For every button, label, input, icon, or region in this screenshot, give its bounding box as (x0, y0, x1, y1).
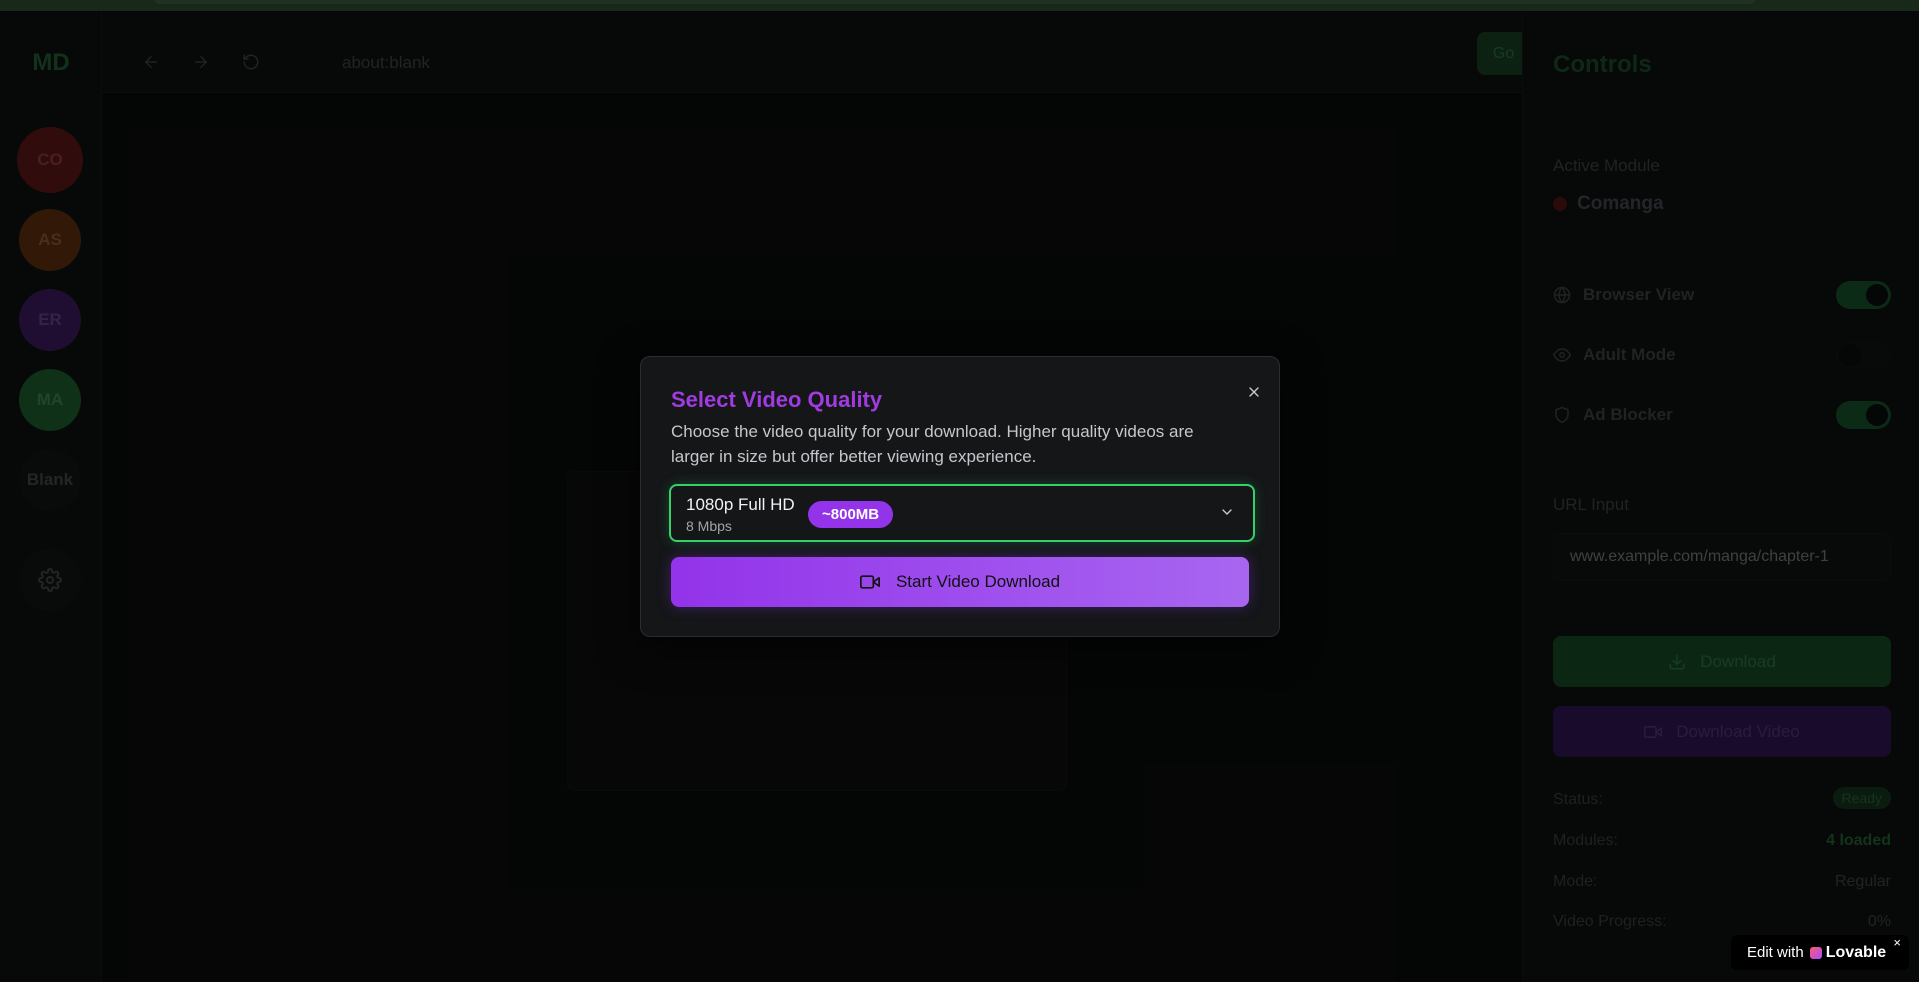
app-root: MD CO AS ER MA Blank about:blank Go Cont… (0, 0, 1919, 982)
lovable-heart-icon (1809, 946, 1822, 959)
dialog-description: Choose the video quality for your downlo… (671, 422, 1194, 466)
lovable-badge[interactable]: Edit with Lovable × (1731, 935, 1909, 970)
size-badge: ~800MB (808, 501, 894, 528)
video-icon (859, 575, 880, 589)
lovable-brand: Lovable (1809, 943, 1887, 962)
close-icon (1249, 387, 1259, 397)
dialog-close-button[interactable] (1239, 377, 1269, 407)
video-quality-dialog: Select Video Quality Choose the video qu… (640, 356, 1280, 637)
lovable-prefix: Edit with (1747, 944, 1804, 961)
start-download-label: Start Video Download (895, 572, 1061, 591)
badge-close-button[interactable]: × (1893, 935, 1901, 950)
chevron-down-icon (1222, 509, 1232, 515)
start-video-download-button[interactable]: Start Video Download (671, 557, 1249, 607)
quality-select[interactable]: 1080p Full HD 8 Mbps ~800MB (669, 484, 1255, 542)
dialog-title: Select Video Quality (671, 387, 883, 412)
selected-quality: 1080p Full HD (686, 495, 795, 514)
selected-bitrate: 8 Mbps (686, 518, 732, 534)
lovable-brand-text: Lovable (1825, 943, 1887, 961)
